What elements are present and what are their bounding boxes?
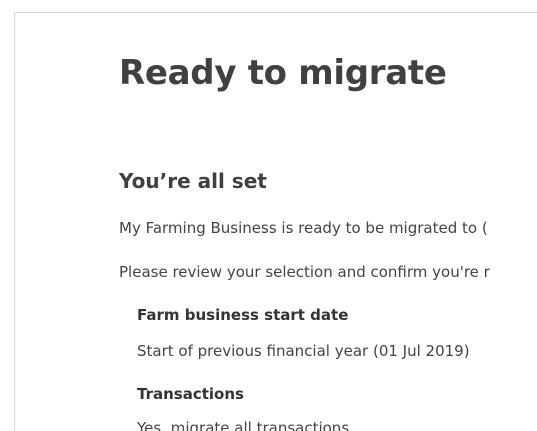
- section-title: You’re all set: [119, 169, 267, 193]
- detail-label-transactions: Transactions: [137, 385, 244, 403]
- detail-label-start-date: Farm business start date: [137, 306, 349, 324]
- ready-message: My Farming Business is ready to be migra…: [119, 219, 488, 237]
- migration-panel: Ready to migrate You’re all set My Farmi…: [14, 12, 537, 431]
- page-title: Ready to migrate: [119, 53, 447, 93]
- detail-value-transactions: Yes, migrate all transactions: [137, 419, 350, 431]
- review-message: Please review your selection and confirm…: [119, 263, 490, 281]
- detail-value-start-date: Start of previous financial year (01 Jul…: [137, 342, 470, 360]
